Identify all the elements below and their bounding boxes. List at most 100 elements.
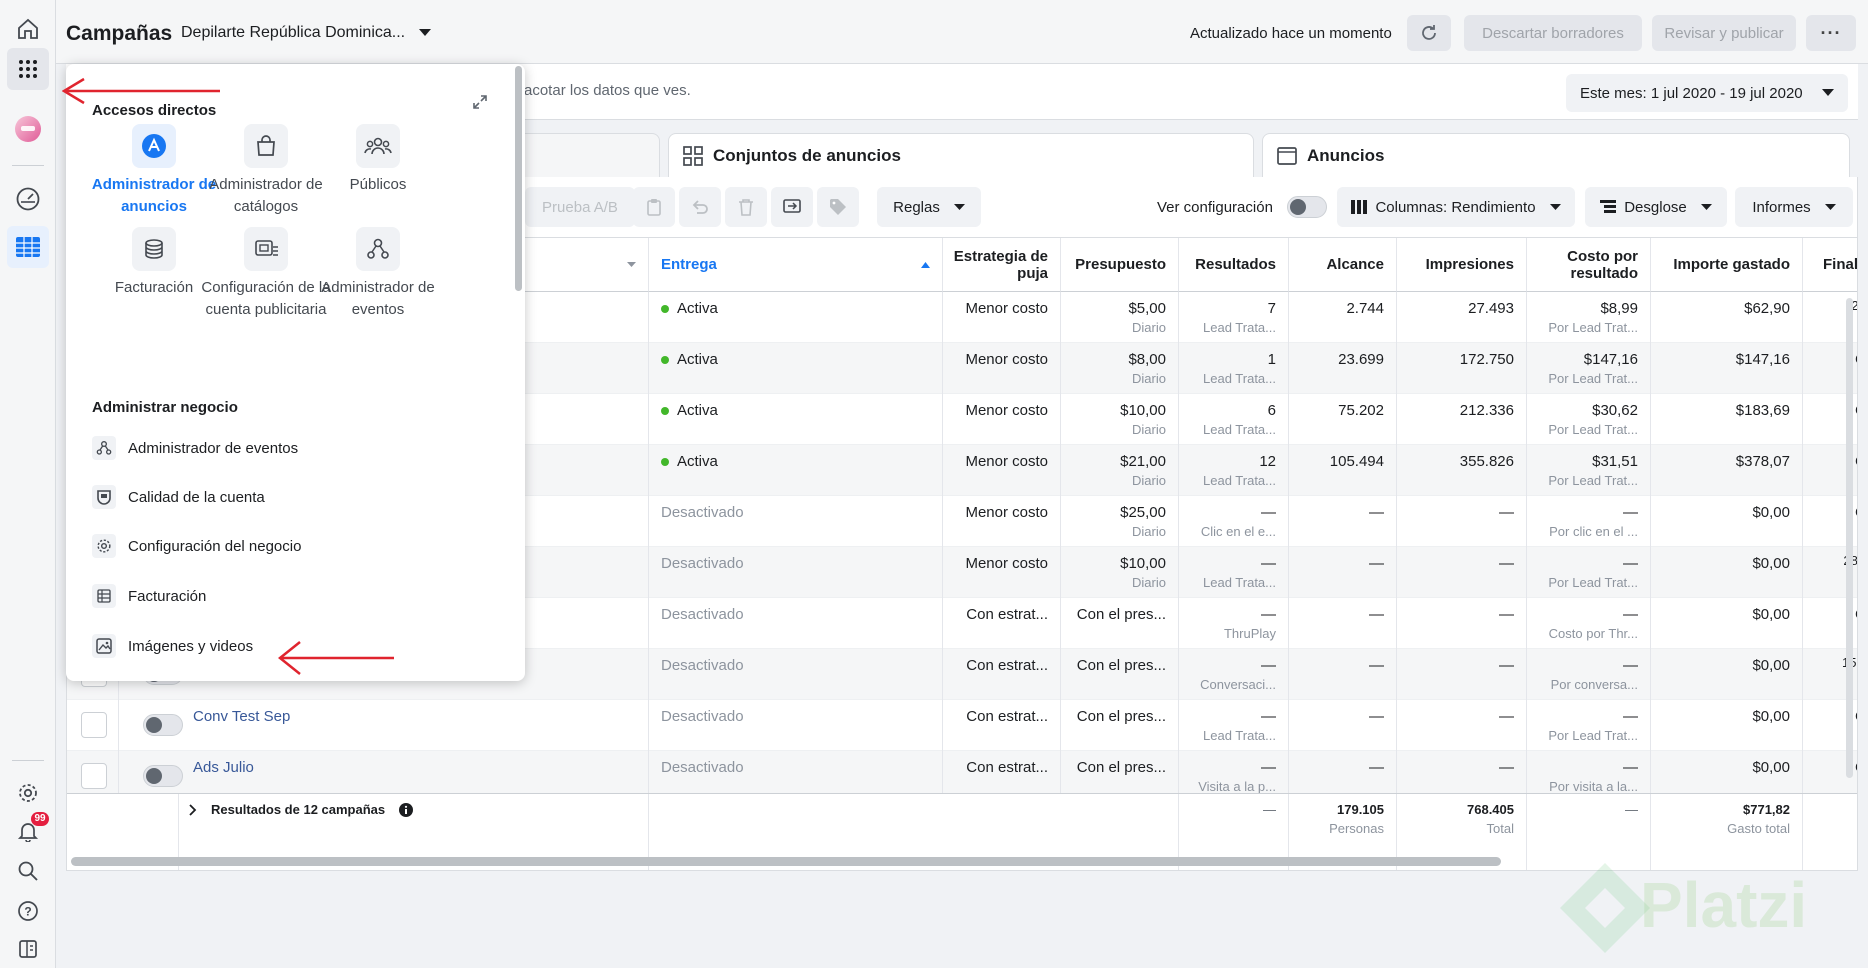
tab-ads[interactable]: Anuncios (1262, 133, 1850, 177)
more-options-button[interactable]: ··· (1806, 15, 1856, 51)
home-icon[interactable] (7, 8, 49, 50)
shortcut-audiences[interactable]: Públicos (308, 124, 448, 196)
all-tools-grid-icon[interactable] (7, 48, 49, 90)
budget-header[interactable]: Presupuesto (1061, 238, 1179, 292)
ends-value: Continua (1855, 606, 1857, 623)
impressions-value: — (1499, 555, 1514, 572)
review-publish-button[interactable]: Revisar y publicar (1652, 15, 1796, 51)
footer-spent-value: $771,82 (1743, 802, 1790, 817)
ends-header[interactable]: Finalización (1803, 238, 1857, 292)
rules-dropdown[interactable]: Reglas (877, 187, 981, 227)
help-icon[interactable]: ? (7, 890, 49, 932)
date-range-label: Este mes: 1 jul 2020 - 19 jul 2020 (1580, 84, 1803, 102)
search-icon[interactable] (7, 850, 49, 892)
undo-button[interactable] (679, 187, 721, 227)
cost-per-result-cell: $31,51 Por Lead Trat... (1527, 445, 1651, 496)
table-row[interactable]: Conv Test Sep Desactivado Con estrat... Con… (67, 700, 1857, 751)
ad-account-settings-icon (244, 227, 288, 271)
results-type: Lead Trata... (1203, 320, 1276, 335)
bid-strategy-value: Menor costo (965, 300, 1048, 317)
export-button[interactable] (771, 187, 813, 227)
dashboard-gauge-icon[interactable] (7, 178, 49, 220)
breakdown-dropdown[interactable]: Desglose (1585, 187, 1727, 227)
delivery-cell: Activa (649, 445, 943, 496)
row-checkbox[interactable] (81, 763, 107, 789)
campaign-name-link[interactable]: Ads Julio (193, 759, 254, 776)
amount-spent-header[interactable]: Importe gastado (1651, 238, 1803, 292)
budget-period: Diario (1132, 575, 1166, 590)
row-checkbox[interactable] (81, 712, 107, 738)
impressions-cell: — (1397, 598, 1527, 649)
results-value: — (1261, 657, 1276, 674)
reach-header[interactable]: Alcance (1289, 238, 1397, 292)
columns-dropdown[interactable]: Columnas: Rendimiento (1337, 187, 1575, 227)
delivery-cell: Activa (649, 343, 943, 394)
vertical-scrollbar[interactable] (1846, 298, 1853, 778)
duplicate-button[interactable] (633, 187, 675, 227)
report-problem-icon[interactable] (7, 928, 49, 968)
business-item-events-manager[interactable]: Administrador de eventos (92, 436, 298, 460)
bid-strategy-header[interactable]: Estrategia de puja (943, 238, 1061, 292)
active-status-dot (661, 457, 669, 466)
ab-test-button[interactable]: Prueba A/B (525, 187, 635, 227)
business-item-label: Administrador de eventos (128, 439, 299, 457)
cost-per-result-type: Por Lead Trat... (1548, 473, 1638, 488)
results-cell: 12 Lead Trata... (1179, 445, 1289, 496)
discard-drafts-button[interactable]: Descartar borradores (1464, 15, 1642, 51)
business-item-billing[interactable]: Facturación (92, 584, 206, 608)
results-cell: — Lead Trata... (1179, 700, 1289, 751)
delivery-status-text: Desactivado (661, 555, 744, 572)
business-item-shield[interactable]: Calidad de la cuenta (92, 485, 265, 509)
view-config-toggle[interactable] (1286, 196, 1327, 218)
results-value: — (1261, 606, 1276, 623)
delivery-header[interactable]: Entrega (649, 238, 943, 292)
info-icon[interactable] (399, 802, 414, 817)
ends-value: Continua (1855, 402, 1857, 419)
avatar (15, 116, 41, 142)
notifications-bell-icon[interactable]: 99 (7, 810, 49, 852)
shortcut-events-manager[interactable]: Administrador de eventos (308, 227, 448, 321)
horizontal-scrollbar[interactable] (71, 857, 1501, 866)
results-cell: 6 Lead Trata... (1179, 394, 1289, 445)
bid-strategy-value: Menor costo (965, 555, 1048, 572)
audiences-icon (356, 124, 400, 168)
results-cell: — Clic en el e... (1179, 496, 1289, 547)
ads-manager-table-icon[interactable] (7, 226, 49, 268)
results-type: Visita a la p... (1198, 779, 1276, 794)
columns-label: Columnas: Rendimiento (1375, 198, 1536, 216)
delete-button[interactable] (725, 187, 767, 227)
cost-per-result-value: — (1623, 555, 1638, 572)
amount-spent-value: $0,00 (1752, 555, 1790, 572)
date-range-picker[interactable]: Este mes: 1 jul 2020 - 19 jul 2020 (1566, 74, 1848, 112)
cost-per-result-header[interactable]: Costo por resultado (1527, 238, 1651, 292)
tag-button[interactable] (817, 187, 859, 227)
expand-icon[interactable] (472, 94, 488, 110)
popover-scrollbar[interactable] (515, 66, 522, 291)
reach-cell: — (1289, 598, 1397, 649)
delivery-status-text: Desactivado (661, 708, 744, 725)
budget-cell: Con el pres... (1061, 649, 1179, 700)
business-item-gear[interactable]: Configuración del negocio (92, 534, 301, 558)
row-toggle[interactable] (143, 714, 183, 736)
account-selector[interactable]: Depilarte República Dominica... (181, 24, 432, 42)
impressions-value: — (1499, 606, 1514, 623)
tab-adsets[interactable]: Conjuntos de anuncios (668, 133, 1254, 177)
top-bar: Campañas Depilarte República Dominica...… (56, 0, 1868, 64)
results-header[interactable]: Resultados (1179, 238, 1289, 292)
cost-per-result-cell: — Costo por Thr... (1527, 598, 1651, 649)
delivery-status-text: Activa (677, 402, 718, 419)
settings-gear-icon[interactable] (7, 772, 49, 814)
row-toggle[interactable] (143, 765, 183, 787)
refresh-button[interactable] (1407, 15, 1451, 51)
cost-per-result-type: Por Lead Trat... (1548, 422, 1638, 437)
reports-dropdown[interactable]: Informes (1735, 187, 1853, 227)
account-avatar[interactable] (7, 108, 49, 150)
budget-cell: Con el pres... (1061, 700, 1179, 751)
budget-value: $8,00 (1128, 351, 1166, 368)
business-item-image[interactable]: Imágenes y videos (92, 634, 253, 658)
cost-per-result-type: Por Lead Trat... (1548, 320, 1638, 335)
impressions-header[interactable]: Impresiones (1397, 238, 1527, 292)
campaign-name-link[interactable]: Conv Test Sep (193, 708, 290, 725)
reach-value: — (1369, 504, 1384, 521)
chevron-right-icon[interactable] (189, 803, 197, 816)
